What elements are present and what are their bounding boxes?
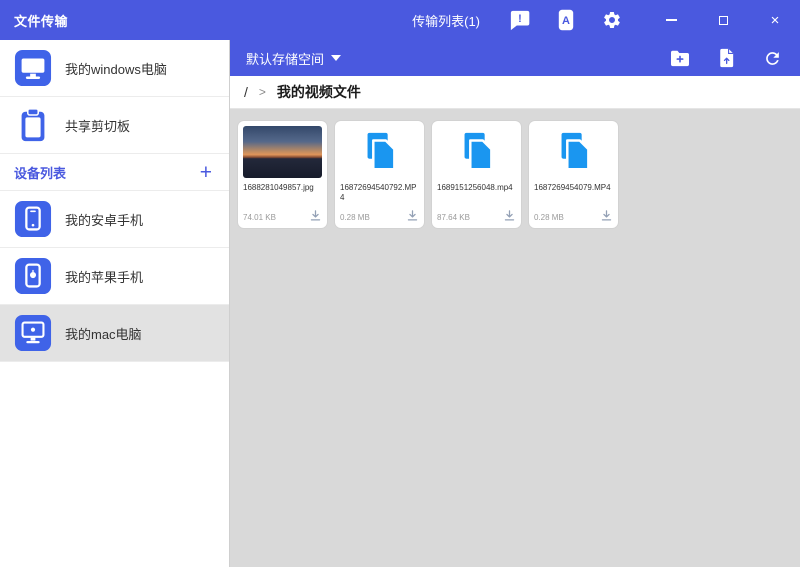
feedback-button[interactable]: !	[508, 8, 532, 32]
folder-plus-icon	[671, 50, 689, 67]
app-title: 文件传输	[14, 13, 69, 29]
file-card[interactable]: 16872694540792.MP4 0.28 MB	[335, 121, 424, 228]
maximize-icon	[718, 15, 728, 25]
close-button[interactable]: ×	[764, 9, 786, 31]
maximize-button[interactable]	[712, 9, 734, 31]
window-controls: ×	[660, 9, 786, 31]
storage-toolbar: 默认存储空间	[230, 40, 800, 76]
download-icon	[504, 210, 515, 221]
sidebar-item-apple-phone[interactable]: 我的苹果手机	[0, 248, 229, 305]
sidebar-item-label: 我的安卓手机	[65, 212, 144, 228]
app-window: 文件传输 传输列表(1) ! A × 我的windows电脑 共享剪切板 设备列…	[0, 0, 800, 567]
phone-connect-button[interactable]: A	[554, 8, 578, 32]
transfer-list-button[interactable]: 传输列表(1)	[412, 11, 480, 30]
file-card[interactable]: 1689151256048.mp4 87.64 KB	[432, 121, 521, 228]
upload-file-icon	[719, 48, 733, 68]
file-size: 0.28 MB	[340, 213, 370, 222]
file-name: 1687269454079.MP4	[534, 183, 611, 192]
breadcrumb-current-folder: 我的视频文件	[276, 84, 361, 100]
mac-computer-icon	[14, 314, 52, 352]
minimize-icon	[665, 19, 677, 21]
file-name: 1689151256048.mp4	[437, 183, 513, 192]
android-phone-icon	[14, 200, 52, 238]
breadcrumb-root[interactable]: /	[244, 84, 248, 100]
sidebar-item-label: 我的windows电脑	[65, 61, 167, 77]
file-size: 74.01 KB	[243, 213, 276, 222]
download-button[interactable]	[309, 209, 322, 222]
file-card[interactable]: 1687269454079.MP4 0.28 MB	[529, 121, 618, 228]
storage-dropdown-label: 默认存储空间	[246, 51, 325, 67]
download-button[interactable]	[600, 209, 613, 222]
sidebar: 我的windows电脑 共享剪切板 设备列表 + 我的安卓手机 我的苹果手机 我…	[0, 40, 230, 567]
file-size: 87.64 KB	[437, 213, 470, 222]
file-card[interactable]: 1688281049857.jpg 74.01 KB	[238, 121, 327, 228]
refresh-button[interactable]	[760, 46, 784, 70]
minimize-button[interactable]	[660, 9, 682, 31]
video-file-icon	[561, 132, 590, 171]
phone-a-icon: A	[558, 9, 574, 31]
settings-button[interactable]	[600, 8, 624, 32]
feedback-bubble-icon: !	[510, 10, 530, 30]
download-button[interactable]	[406, 209, 419, 222]
breadcrumb-separator: >	[258, 85, 266, 99]
main-panel: 默认存储空间 / > 我的视频文件 1688281049857.jpg 74.0…	[230, 40, 800, 567]
svg-text:!: !	[518, 12, 522, 24]
device-list-label: 设备列表	[14, 165, 67, 181]
titlebar: 文件传输 传输列表(1) ! A ×	[0, 0, 800, 40]
sidebar-item-shared-clipboard[interactable]: 共享剪切板	[0, 97, 229, 154]
sidebar-item-my-computer[interactable]: 我的windows电脑	[0, 40, 229, 97]
download-icon	[601, 210, 612, 221]
sidebar-item-mac-computer[interactable]: 我的mac电脑	[0, 305, 229, 362]
file-grid: 1688281049857.jpg 74.01 KB 1687269454079…	[230, 109, 800, 240]
sidebar-item-android-phone[interactable]: 我的安卓手机	[0, 191, 229, 248]
file-name: 1688281049857.jpg	[243, 183, 314, 192]
sidebar-item-label: 我的mac电脑	[65, 326, 142, 342]
download-button[interactable]	[503, 209, 516, 222]
chevron-down-icon	[331, 55, 342, 61]
video-file-icon	[367, 132, 396, 171]
storage-dropdown[interactable]: 默认存储空间	[246, 49, 342, 68]
apple-phone-icon	[14, 257, 52, 295]
clipboard-icon	[21, 108, 45, 142]
breadcrumb: / > 我的视频文件	[230, 76, 800, 109]
file-size: 0.28 MB	[534, 213, 564, 222]
svg-text:A: A	[562, 15, 570, 27]
send-file-button[interactable]	[714, 46, 738, 70]
download-icon	[407, 210, 418, 221]
sidebar-item-label: 我的苹果手机	[65, 269, 144, 285]
new-folder-button[interactable]	[668, 46, 692, 70]
device-list-header: 设备列表 +	[0, 154, 229, 191]
file-name: 16872694540792.MP4	[340, 183, 417, 203]
image-thumbnail	[243, 126, 322, 178]
download-icon	[310, 210, 321, 221]
gear-icon	[604, 11, 620, 29]
add-device-button[interactable]: +	[197, 162, 215, 183]
sidebar-item-label: 共享剪切板	[65, 118, 131, 134]
windows-computer-icon	[14, 49, 52, 87]
video-file-icon	[464, 132, 493, 171]
refresh-icon	[765, 51, 779, 65]
